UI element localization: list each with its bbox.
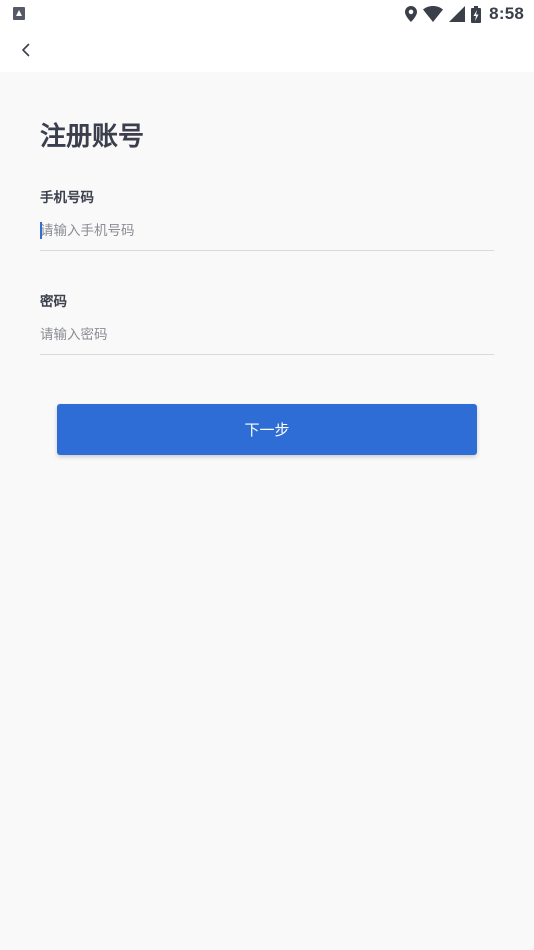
password-input[interactable] xyxy=(40,315,494,355)
text-cursor xyxy=(40,222,42,239)
page-title: 注册账号 xyxy=(40,122,145,152)
wifi-icon xyxy=(423,6,444,22)
password-label: 密码 xyxy=(40,294,67,310)
notification-a-icon xyxy=(13,7,25,20)
status-icons: 8:58 xyxy=(405,3,524,25)
status-bar: 8:58 xyxy=(0,0,534,28)
signal-icon xyxy=(449,6,466,22)
next-button[interactable]: 下一步 xyxy=(57,404,477,455)
back-button[interactable] xyxy=(10,34,42,66)
status-time: 8:58 xyxy=(489,4,524,23)
location-icon xyxy=(405,6,418,22)
battery-charging-icon xyxy=(471,5,482,23)
phone-label: 手机号码 xyxy=(40,190,94,206)
chevron-left-icon xyxy=(22,43,30,57)
phone-input[interactable] xyxy=(40,211,494,251)
register-screen: 8:58 注册账号 手机号码 密码 下一步 xyxy=(0,0,534,950)
toolbar xyxy=(0,28,534,72)
